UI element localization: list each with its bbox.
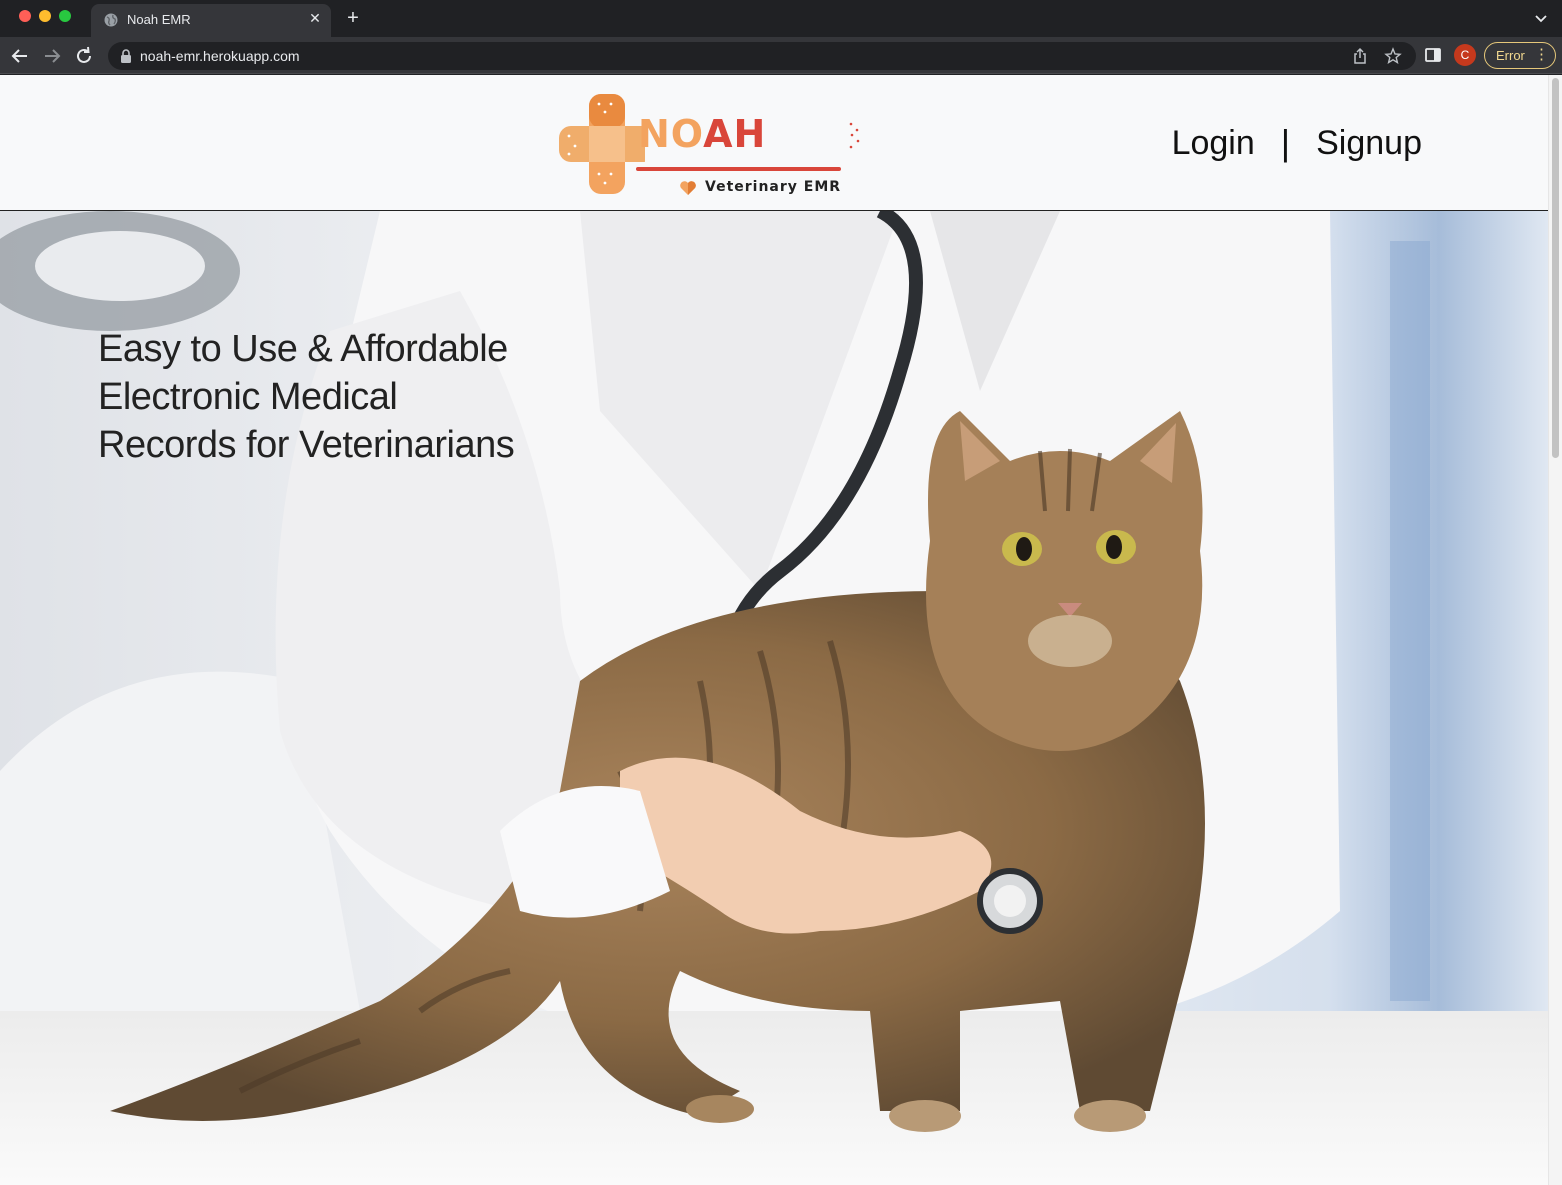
share-icon[interactable] bbox=[1351, 47, 1369, 65]
heart-icon bbox=[680, 181, 696, 195]
new-tab-button[interactable]: + bbox=[343, 7, 363, 29]
url-text[interactable]: noah-emr.herokuapp.com bbox=[140, 48, 300, 64]
minimize-window-button[interactable] bbox=[39, 10, 51, 22]
noah-logo[interactable]: NOAH Veterinary EMR bbox=[555, 88, 875, 198]
scrollbar-thumb[interactable] bbox=[1552, 78, 1559, 458]
signup-link[interactable]: Signup bbox=[1316, 124, 1422, 163]
tab-list-icon[interactable] bbox=[1532, 9, 1550, 27]
forward-icon[interactable] bbox=[41, 45, 63, 67]
star-icon[interactable] bbox=[1384, 47, 1402, 65]
browser-toolbar: noah-emr.herokuapp.com C Error ⋮ bbox=[0, 37, 1562, 74]
globe-icon bbox=[104, 13, 118, 27]
maximize-window-button[interactable] bbox=[59, 10, 71, 22]
browser-tab[interactable]: Noah EMR ✕ bbox=[91, 4, 331, 37]
lock-icon[interactable] bbox=[120, 49, 132, 63]
error-button[interactable]: Error ⋮ bbox=[1484, 42, 1556, 69]
profile-avatar[interactable]: C bbox=[1454, 44, 1476, 66]
auth-nav: Login | Signup bbox=[1172, 122, 1422, 163]
bandage-cross-icon bbox=[559, 94, 645, 194]
page-scrollbar[interactable] bbox=[1548, 75, 1562, 1185]
hero-section: Easy to Use & Affordable Electronic Medi… bbox=[0, 211, 1548, 1185]
side-panel-icon[interactable] bbox=[1424, 46, 1442, 64]
close-window-button[interactable] bbox=[19, 10, 31, 22]
logo-wordmark: NOAH bbox=[638, 112, 767, 156]
site-header: NOAH Veterinary EMR Login | Signup bbox=[0, 75, 1548, 211]
logo-underline bbox=[636, 167, 841, 171]
tab-title: Noah EMR bbox=[127, 12, 191, 27]
hero-headline: Easy to Use & Affordable Electronic Medi… bbox=[98, 328, 515, 466]
sparkle-dots-icon bbox=[849, 122, 860, 149]
address-bar[interactable]: noah-emr.herokuapp.com bbox=[108, 42, 1416, 70]
browser-tab-bar: Noah EMR ✕ + bbox=[0, 0, 1562, 37]
close-tab-icon[interactable]: ✕ bbox=[307, 10, 323, 26]
page-viewport: NOAH Veterinary EMR Login | Signup Easy … bbox=[0, 75, 1562, 1185]
kebab-menu-icon: ⋮ bbox=[1534, 46, 1549, 63]
logo-tagline: Veterinary EMR bbox=[705, 179, 842, 195]
error-label: Error bbox=[1496, 48, 1525, 63]
reload-icon[interactable] bbox=[73, 45, 95, 67]
login-link[interactable]: Login bbox=[1172, 124, 1255, 163]
back-icon[interactable] bbox=[9, 45, 31, 67]
nav-separator: | bbox=[1280, 122, 1291, 163]
